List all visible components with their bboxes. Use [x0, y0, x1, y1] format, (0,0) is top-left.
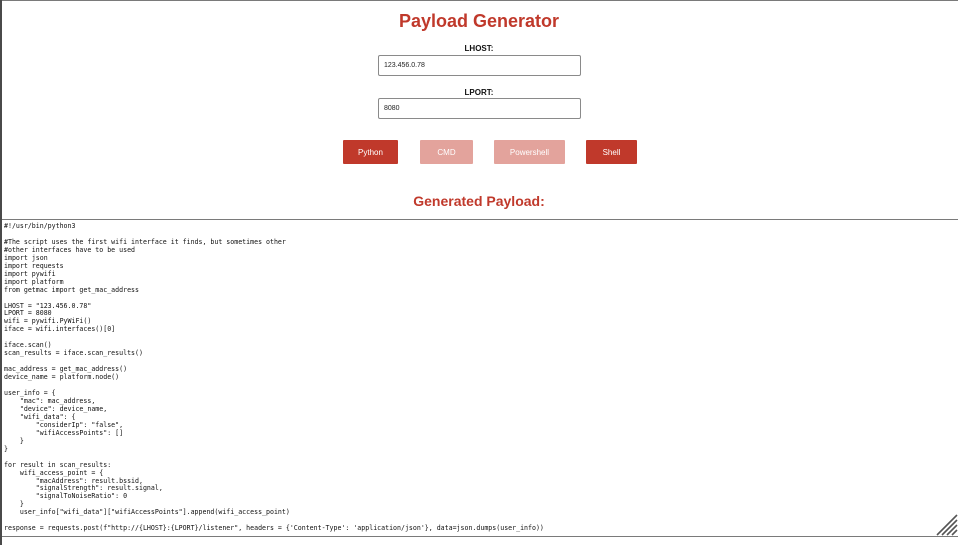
window-top-border [0, 0, 958, 1]
payload-code: #!/usr/bin/python3 #The script uses the … [4, 222, 544, 533]
lhost-input[interactable] [378, 55, 581, 76]
payload-output-textarea[interactable]: #!/usr/bin/python3 #The script uses the … [2, 219, 958, 537]
lport-label: LPORT: [464, 88, 494, 97]
shell-button[interactable]: Shell [586, 140, 637, 164]
lhost-label: LHOST: [464, 44, 494, 53]
generated-payload-heading: Generated Payload: [413, 193, 545, 209]
lport-input[interactable] [378, 98, 581, 119]
powershell-button[interactable]: Powershell [494, 140, 565, 164]
payload-type-buttons: Python CMD Powershell Shell [0, 140, 958, 164]
page-title: Payload Generator [398, 11, 560, 31]
resize-handle-icon[interactable] [934, 512, 958, 536]
cmd-button[interactable]: CMD [420, 140, 473, 164]
python-button[interactable]: Python [343, 140, 398, 164]
